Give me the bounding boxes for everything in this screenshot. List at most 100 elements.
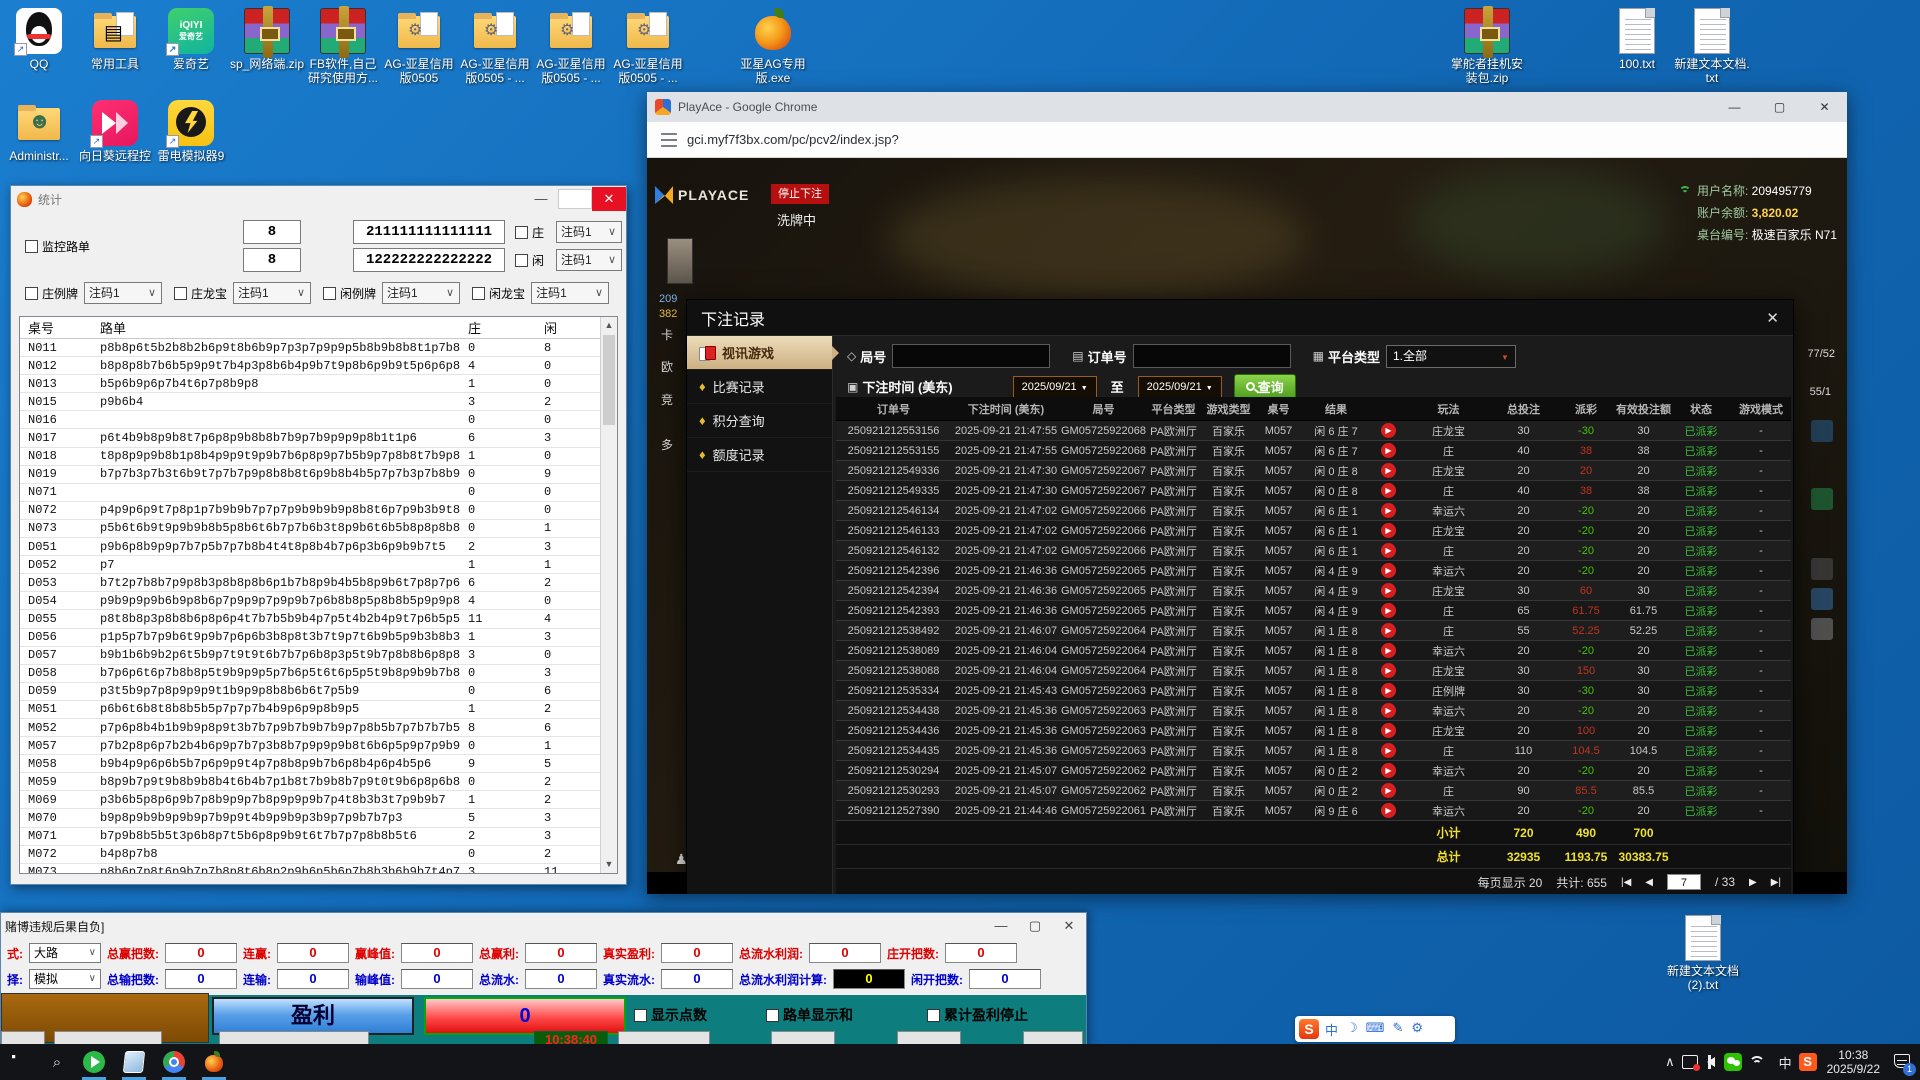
desktop-icon-17[interactable]: 新建文本文档(2).txt <box>1664 915 1742 992</box>
platform-select[interactable]: 1.全部 <box>1386 345 1516 368</box>
scroll-up-icon[interactable]: ▲ <box>601 317 617 334</box>
bet-record-row[interactable]: 2509212125461332025-09-21 21:47:02GM0572… <box>836 521 1791 541</box>
replay-icon[interactable]: ▶ <box>1381 723 1396 738</box>
taskbar-app-glass[interactable] <box>114 1044 154 1080</box>
date-from-select[interactable]: 2025/09/21 <box>1013 376 1097 398</box>
road-table-row[interactable]: D059p3t5b9p7p8p9p9p9t1b9p9p8b8b6b6t7p5b9… <box>20 683 600 701</box>
player-count-input[interactable]: 8 <box>243 248 301 272</box>
taskbar-chrome[interactable] <box>154 1044 194 1080</box>
road-table-row[interactable]: M071b7p9b8b5b5t3p6b8p7t5b6p8p9b9t6t7b7p7… <box>20 828 600 846</box>
replay-icon[interactable]: ▶ <box>1381 663 1396 678</box>
sidebar-item-1[interactable]: 视讯游戏 <box>687 336 832 370</box>
lobby-menu-fragment[interactable]: 多 <box>661 436 673 453</box>
replay-icon[interactable]: ▶ <box>1381 563 1396 578</box>
volume-icon[interactable] <box>1707 1057 1715 1067</box>
replay-icon[interactable]: ▶ <box>1381 583 1396 598</box>
replay-icon[interactable]: ▶ <box>1381 743 1396 758</box>
chrome-maximize-button[interactable]: ▢ <box>1757 92 1802 122</box>
stats-close-button[interactable]: ✕ <box>592 187 626 211</box>
next-page-button[interactable]: ▶ <box>1749 877 1757 888</box>
bet-record-row[interactable]: 2509212125344362025-09-21 21:45:36GM0572… <box>836 721 1791 741</box>
replay-icon[interactable]: ▶ <box>1381 783 1396 798</box>
side-tool-icon[interactable] <box>1811 558 1833 580</box>
road-table-row[interactable]: M072b4p8p7b802 <box>20 846 600 864</box>
round-input[interactable] <box>892 344 1050 368</box>
panel-maximize-button[interactable]: ▢ <box>1018 914 1052 938</box>
query-button[interactable]: 查询 <box>1234 374 1296 399</box>
bet-record-row[interactable]: 2509212125531552025-09-21 21:47:55GM0572… <box>836 441 1791 461</box>
dialog-close-icon[interactable]: ✕ <box>1766 309 1779 327</box>
stats-minimize-button[interactable]: — <box>524 187 558 211</box>
desktop-icon-13[interactable]: 新建文本文档.txt <box>1673 8 1751 85</box>
sogou-tool-icon[interactable]: ⌨ <box>1366 1020 1385 1039</box>
panel-mode-select[interactable]: 大路 <box>29 943 101 963</box>
order-input[interactable] <box>1133 344 1291 368</box>
wechat-icon[interactable] <box>1724 1053 1742 1071</box>
road-table-row[interactable]: D056p1p5p7b7p9b6t9p9b7p6p6b3b8p8t3b7t9p7… <box>20 629 600 647</box>
sidebar-item-2[interactable]: ♦比赛记录 <box>687 370 832 404</box>
panel-checkbox-1[interactable]: 显示点数 <box>634 1005 707 1025</box>
banker-count-input[interactable]: 8 <box>243 220 301 244</box>
pair-bet-select[interactable]: 注码1 <box>531 282 609 304</box>
desktop-icon-1[interactable]: ↗QQ <box>0 8 78 71</box>
desktop-icon-7[interactable]: ⚙AG-亚星信用版0505 - ... <box>456 8 534 85</box>
side-tool-icon[interactable] <box>1811 618 1833 640</box>
road-table-row[interactable]: D057b9b1b6b9b2p6t5b9p7t9t9t6b7b7p6b8p3p5… <box>20 647 600 665</box>
road-table-row[interactable]: M052p7p6p8b4b1b9b9p8p9t3b7b7p9b7b9b7b9p7… <box>20 719 600 737</box>
road-table-row[interactable]: D053b7t2p7b8b7p9p8b3p8b8p8b6p1b7b8p9b4b5… <box>20 574 600 592</box>
pair-checkbox[interactable] <box>25 287 38 300</box>
side-tool-icon[interactable] <box>1811 420 1833 442</box>
banker-code-input[interactable]: 211111111111111 <box>353 220 505 244</box>
replay-icon[interactable]: ▶ <box>1381 643 1396 658</box>
bet-record-row[interactable]: 2509212125493352025-09-21 21:47:30GM0572… <box>836 481 1791 501</box>
sidebar-item-4[interactable]: ♦额度记录 <box>687 438 832 472</box>
road-table-row[interactable]: N012b8p8p8b7b6b5p9p9t7b4p3p8b6b4p9b7t9p8… <box>20 357 600 375</box>
taskbar-clock[interactable]: 10:38 2025/9/22 <box>1827 1048 1880 1076</box>
road-table-row[interactable]: D054p9b9p9p9b6b9p8b6p7p9p9p7p9p9b7p6b8b8… <box>20 592 600 610</box>
desktop-icon-3[interactable]: iQIYI爱奇艺↗爱奇艺 <box>152 8 230 71</box>
bet-record-row[interactable]: 2509212125344352025-09-21 21:45:36GM0572… <box>836 741 1791 761</box>
road-table-row[interactable]: M069p3b6b5p8p6p9b7p8b9p9p7b8p9p9p9b7p4t8… <box>20 791 600 809</box>
player-code-input[interactable]: 122222222222222 <box>353 248 505 272</box>
road-table-row[interactable]: D051p9b6p8b9p9p7b7p5b7p7b8b4t4t8p8b4b7p6… <box>20 538 600 556</box>
bet-record-row[interactable]: 2509212125380892025-09-21 21:46:04GM0572… <box>836 641 1791 661</box>
bet-record-row[interactable]: 2509212125531562025-09-21 21:47:55GM0572… <box>836 421 1791 441</box>
page-input[interactable]: 7 <box>1667 874 1701 890</box>
panel-titlebar[interactable]: 赌博违规后果自负] — ▢ ✕ <box>1 913 1086 939</box>
prev-page-button[interactable]: ◀ <box>1645 877 1653 888</box>
taskbar-ld-player[interactable] <box>74 1044 114 1080</box>
replay-icon[interactable]: ▶ <box>1381 443 1396 458</box>
bet-record-row[interactable]: 2509212125384922025-09-21 21:46:07GM0572… <box>836 621 1791 641</box>
replay-icon[interactable]: ▶ <box>1381 543 1396 558</box>
road-table-row[interactable]: M073p8b6p7p8t6p9b7p7b8p8t6b8p2p9b6p5b6p7… <box>20 864 600 873</box>
road-table-row[interactable]: M070b9p8p9b9b9p9b9p7b9p9t4b9p9b9p3b9p7p9… <box>20 809 600 827</box>
side-tool-icon[interactable] <box>1811 588 1833 610</box>
road-table-row[interactable]: D058b7p6p6t6p7b8b8p5t9b9p9p5p7b6p5t6t6p5… <box>20 665 600 683</box>
road-table-row[interactable]: N018t8p8p9p9b8b1p8b4p9p9t9p9b7b6p8p9p7b5… <box>20 448 600 466</box>
lobby-menu-fragment[interactable]: 卡 <box>661 326 673 343</box>
chrome-close-button[interactable]: ✕ <box>1802 92 1847 122</box>
bet-record-row[interactable]: 2509212125344382025-09-21 21:45:36GM0572… <box>836 701 1791 721</box>
pair-bet-select[interactable]: 注码1 <box>233 282 311 304</box>
desktop-icon-9[interactable]: ⚙AG-亚星信用版0505 - ... <box>609 8 687 85</box>
bet-record-row[interactable]: 2509212125493362025-09-21 21:47:30GM0572… <box>836 461 1791 481</box>
replay-icon[interactable]: ▶ <box>1381 503 1396 518</box>
panel-mode-select[interactable]: 模拟 <box>29 969 101 989</box>
date-to-select[interactable]: 2025/09/21 <box>1138 376 1222 398</box>
player-bet-select[interactable]: 注码1 <box>556 249 622 271</box>
panel-checkbox-2[interactable]: 路单显示和 <box>766 1005 853 1025</box>
bet-record-row[interactable]: 2509212125423962025-09-21 21:46:36GM0572… <box>836 561 1791 581</box>
bet-record-row[interactable]: 2509212125423932025-09-21 21:46:36GM0572… <box>836 601 1791 621</box>
desktop-icon-14[interactable]: ☻Administr... <box>0 100 78 163</box>
bet-record-row[interactable]: 2509212125273902025-09-21 21:44:46GM0572… <box>836 801 1791 821</box>
bet-record-row[interactable]: 2509212125461342025-09-21 21:47:02GM0572… <box>836 501 1791 521</box>
pair-checkbox[interactable] <box>472 287 485 300</box>
replay-icon[interactable]: ▶ <box>1381 423 1396 438</box>
panel-checkbox-3[interactable]: 累计盈利停止 <box>927 1005 1028 1025</box>
banker-checkbox[interactable] <box>515 226 528 239</box>
sogou-logo[interactable]: S <box>1299 1019 1319 1039</box>
sogou-tool-icon[interactable]: 中 <box>1325 1020 1338 1039</box>
scroll-down-icon[interactable]: ▼ <box>601 856 617 873</box>
url-text[interactable]: gci.myf7f3bx.com/pc/pcv2/index.jsp? <box>687 132 899 147</box>
ime-indicator[interactable]: 中 <box>1779 1053 1792 1072</box>
